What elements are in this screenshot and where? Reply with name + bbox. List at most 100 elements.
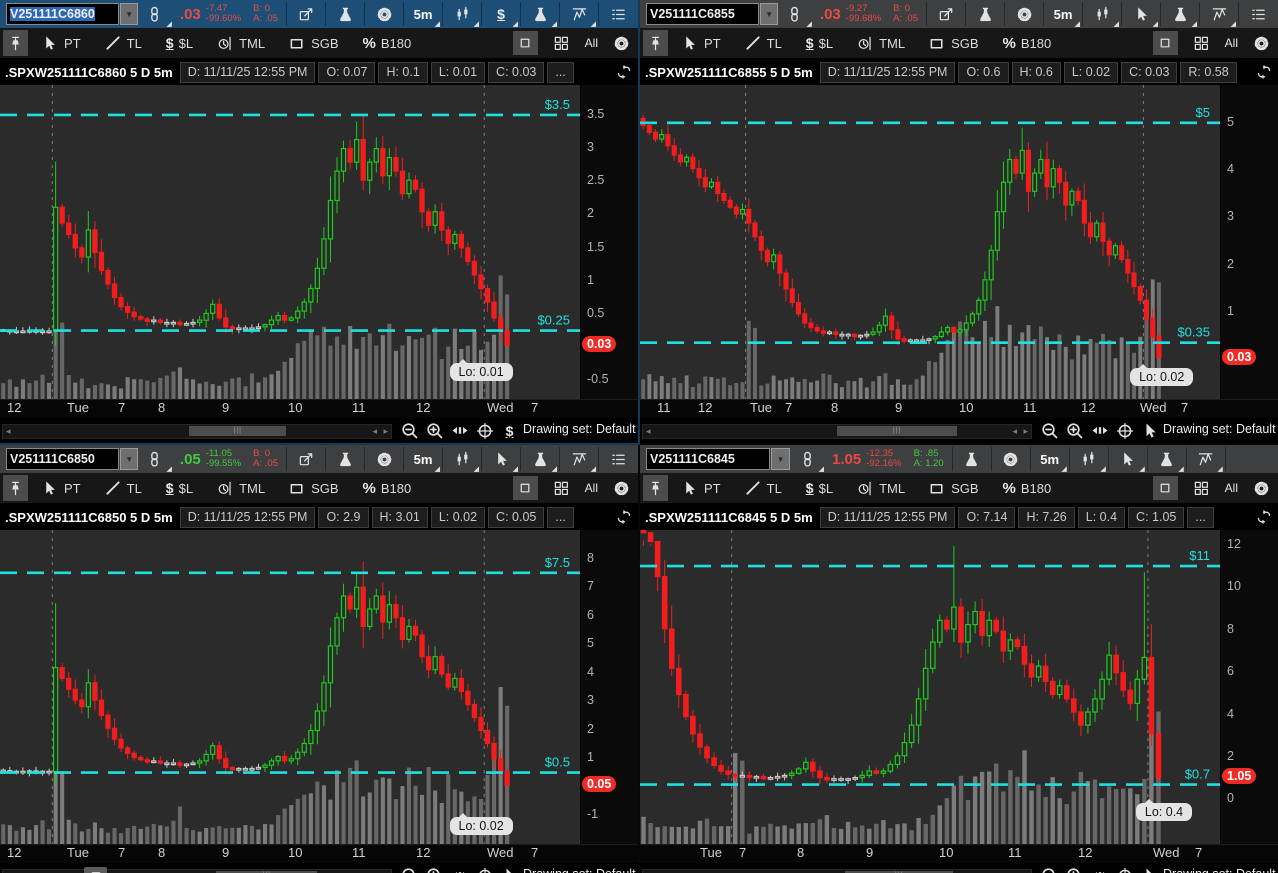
- symbol-dropdown-button[interactable]: ▼: [120, 448, 137, 470]
- chart-plot[interactable]: $3.5$0.25Lo: 0.01: [0, 85, 580, 399]
- crosshair-button[interactable]: [1114, 867, 1135, 873]
- patterns-button[interactable]: ◢: [1202, 1, 1236, 27]
- tool-TL-button[interactable]: TL: [105, 480, 142, 497]
- tool-SL-button[interactable]: $$L: [166, 480, 193, 496]
- tool-PT-button[interactable]: PT: [682, 35, 721, 52]
- share-button[interactable]: [289, 446, 323, 472]
- chart-style-button[interactable]: ◢: [1072, 446, 1106, 472]
- tool-SL-button[interactable]: $$L: [166, 35, 193, 51]
- expand-horizontal-button[interactable]: [1089, 867, 1110, 873]
- chart-menu-button[interactable]: [1241, 1, 1275, 27]
- cursor-tool-button[interactable]: ◢: [1124, 1, 1158, 27]
- tool-TML-button[interactable]: TML: [217, 480, 265, 497]
- time-axis[interactable]: 12Tue789101112Wed7: [0, 844, 638, 863]
- crosshair-button[interactable]: [1114, 422, 1135, 440]
- tool-B180-button[interactable]: %B180: [363, 480, 412, 497]
- drawing-set-label[interactable]: Drawing set: Default◢: [523, 422, 638, 436]
- restore-chart-icon[interactable]: [615, 508, 638, 526]
- studies-flask-button[interactable]: ◢: [523, 1, 557, 27]
- chart-style-button[interactable]: ◢: [445, 446, 479, 472]
- scroll-step-right-icon[interactable]: ▸: [1023, 425, 1028, 437]
- tool-SGB-button[interactable]: SGB: [929, 480, 978, 497]
- cursor-tool-button[interactable]: ◢: [484, 446, 518, 472]
- timeframe-button[interactable]: 5m◢: [406, 1, 440, 27]
- tool-B180-button[interactable]: %B180: [1003, 35, 1052, 52]
- chart-plot[interactable]: $5$0.35Lo: 0.02: [640, 85, 1220, 399]
- zoom-in-button[interactable]: [1064, 422, 1085, 440]
- zoom-out-button[interactable]: [399, 867, 420, 873]
- analysis-flask-button[interactable]: [955, 446, 989, 472]
- tool-SGB-button[interactable]: SGB: [929, 35, 978, 52]
- symbol-input[interactable]: V251111C6860: [6, 3, 119, 25]
- tool-SGB-button[interactable]: SGB: [289, 480, 338, 497]
- tool-TL-button[interactable]: TL: [105, 35, 142, 52]
- zoom-out-button[interactable]: [1039, 867, 1060, 873]
- link-channel-button[interactable]: ◢: [790, 446, 824, 472]
- symbol-input[interactable]: V251111C6855: [646, 3, 759, 25]
- price-tools-button[interactable]: $◢: [484, 1, 518, 27]
- single-panel-button[interactable]: [513, 31, 538, 55]
- tool-PT-button[interactable]: PT: [42, 35, 81, 52]
- studies-flask-button[interactable]: ◢: [1150, 446, 1184, 472]
- tool-PT-button[interactable]: PT: [42, 480, 81, 497]
- chart-style-button[interactable]: ◢: [1085, 1, 1119, 27]
- zoom-out-button[interactable]: [1039, 422, 1060, 440]
- cursor-mode-button[interactable]: [1139, 422, 1160, 440]
- patterns-button[interactable]: ◢: [1189, 446, 1223, 472]
- pin-toolbar-button[interactable]: [3, 30, 28, 56]
- time-axis[interactable]: Tue789101112Wed7: [640, 844, 1278, 863]
- symbol-dropdown-button[interactable]: ▼: [760, 3, 777, 25]
- chart-style-button[interactable]: ◢: [445, 1, 479, 27]
- tool-SL-button[interactable]: $$L: [806, 480, 833, 496]
- time-scrollbar[interactable]: ◂|||◂▸: [642, 869, 1032, 873]
- symbol-input[interactable]: V251111C6850: [6, 448, 119, 470]
- scroll-left-icon[interactable]: ◂: [6, 425, 11, 437]
- crosshair-button[interactable]: [474, 422, 495, 440]
- price-axis[interactable]: 87654321-10.05: [580, 530, 638, 844]
- toolbar-settings-button[interactable]: [613, 480, 630, 497]
- single-panel-button[interactable]: [1153, 31, 1178, 55]
- drawing-set-label[interactable]: Drawing set: Default◢: [1163, 867, 1278, 873]
- studies-flask-button[interactable]: ◢: [1163, 1, 1197, 27]
- analysis-flask-button[interactable]: [328, 446, 362, 472]
- expand-horizontal-button[interactable]: [449, 867, 470, 873]
- restore-chart-icon[interactable]: [1255, 63, 1278, 81]
- pin-toolbar-button[interactable]: [643, 30, 668, 56]
- scroll-step-right-icon[interactable]: ▸: [383, 425, 388, 437]
- scroll-reset-button[interactable]: [84, 867, 107, 873]
- tool-SGB-button[interactable]: SGB: [289, 35, 338, 52]
- apply-all-button[interactable]: All: [585, 481, 598, 495]
- zoom-out-button[interactable]: [399, 422, 420, 440]
- scrollbar-thumb[interactable]: |||: [189, 426, 286, 436]
- apply-all-button[interactable]: All: [1225, 36, 1238, 50]
- chart-settings-button[interactable]: [1007, 1, 1041, 27]
- scrollbar-thumb[interactable]: |||: [837, 426, 957, 436]
- tool-TML-button[interactable]: TML: [857, 35, 905, 52]
- crosshair-button[interactable]: [474, 867, 495, 873]
- time-axis[interactable]: 1112Tue789101112Wed7: [640, 399, 1278, 418]
- drawing-set-label[interactable]: Drawing set: Default◢: [1163, 422, 1278, 436]
- restore-chart-icon[interactable]: [615, 63, 638, 81]
- chart-settings-button[interactable]: [367, 446, 401, 472]
- toolbar-settings-button[interactable]: [613, 35, 630, 52]
- time-scrollbar[interactable]: ◂ ||| ◂ ▸: [642, 424, 1032, 439]
- chart-settings-button[interactable]: [994, 446, 1028, 472]
- scroll-step-left-icon[interactable]: ◂: [1012, 425, 1017, 437]
- scroll-left-icon[interactable]: ◂: [646, 425, 651, 437]
- tool-SL-button[interactable]: $$L: [806, 35, 833, 51]
- symbol-input[interactable]: V251111C6845: [646, 448, 770, 470]
- cursor-mode-button[interactable]: [1139, 867, 1160, 873]
- time-axis[interactable]: 12Tue789101112Wed7: [0, 399, 638, 418]
- timeframe-button[interactable]: 5m◢: [406, 446, 440, 472]
- tool-TL-button[interactable]: TL: [745, 480, 782, 497]
- zoom-in-button[interactable]: [424, 422, 445, 440]
- link-channel-button[interactable]: ◢: [138, 446, 172, 472]
- studies-flask-button[interactable]: ◢: [523, 446, 557, 472]
- time-scrollbar[interactable]: ◂ ||| ◂ ▸: [2, 424, 392, 439]
- tool-PT-button[interactable]: PT: [682, 480, 721, 497]
- scroll-step-left-icon[interactable]: ◂: [372, 425, 377, 437]
- expand-horizontal-button[interactable]: [1089, 422, 1110, 440]
- link-channel-button[interactable]: ◢: [778, 1, 812, 27]
- analysis-flask-button[interactable]: [968, 1, 1002, 27]
- symbol-dropdown-button[interactable]: ▼: [120, 3, 137, 25]
